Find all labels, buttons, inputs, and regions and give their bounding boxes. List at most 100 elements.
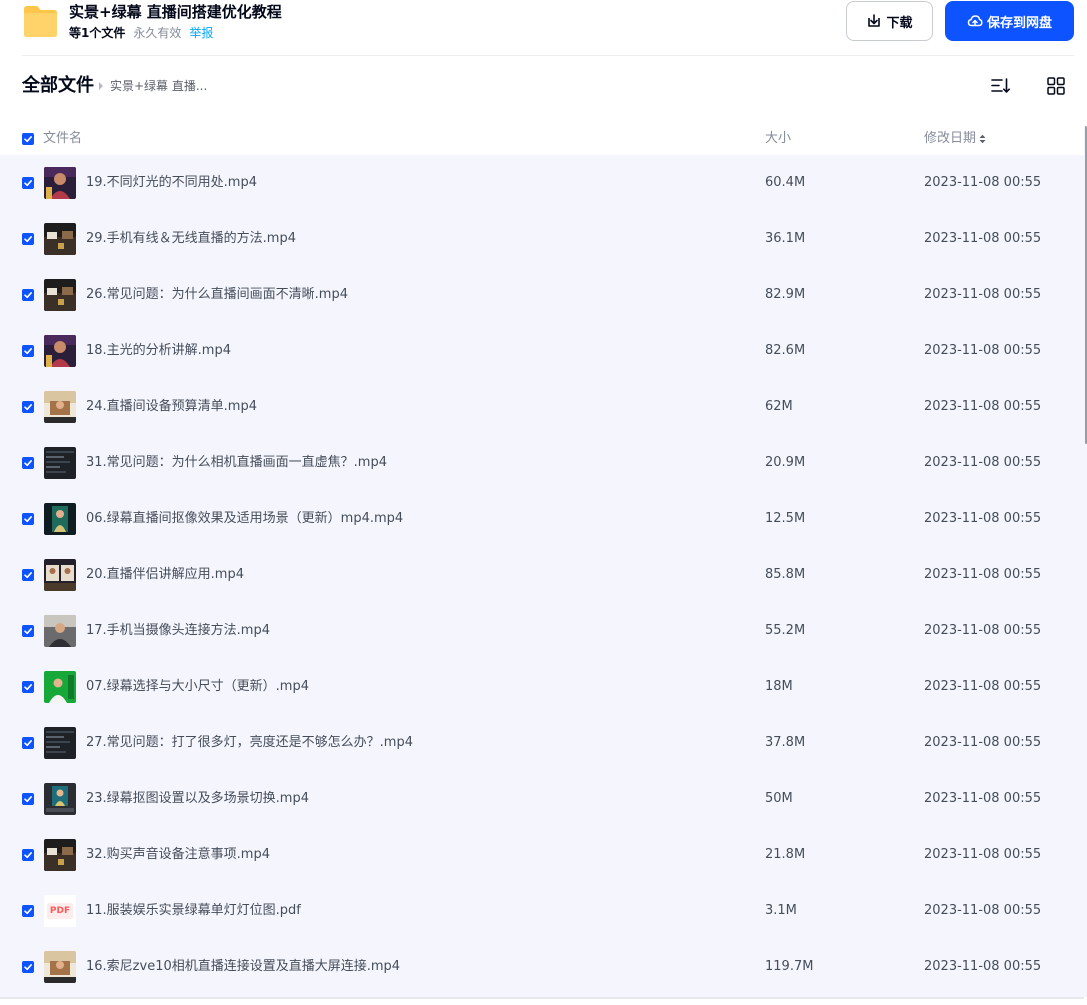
file-checkbox[interactable]: [22, 625, 34, 637]
file-checkbox[interactable]: [22, 457, 34, 469]
file-name[interactable]: 26.常见问题：为什么直播间画面不清晰.mp4: [86, 286, 348, 304]
file-name[interactable]: 11.服装娱乐实景绿幕单灯灯位图.pdf: [86, 902, 301, 920]
file-row[interactable]: 29.手机有线＆无线直播的方法.mp4 36.1M 2023-11-08 00:55: [0, 211, 1084, 267]
file-size: 60.4M: [765, 175, 806, 190]
file-checkbox[interactable]: [22, 961, 34, 973]
video-thumbnail-icon: [44, 391, 76, 423]
file-row[interactable]: 17.手机当摄像头连接方法.mp4 55.2M 2023-11-08 00:55: [0, 603, 1084, 659]
video-thumbnail-icon: [44, 839, 76, 871]
file-size: 82.9M: [765, 287, 806, 302]
file-name[interactable]: 07.绿幕选择与大小尺寸（更新）.mp4: [86, 678, 309, 696]
column-name-header: 文件名: [43, 131, 83, 146]
file-date: 2023-11-08 00:55: [924, 343, 1042, 358]
download-button[interactable]: 下载: [846, 1, 933, 41]
check-icon: [24, 908, 32, 915]
video-thumbnail-icon: [44, 447, 76, 479]
video-thumbnail-icon: [44, 671, 76, 703]
file-row[interactable]: 06.绿幕直播间抠像效果及适用场景（更新）mp4.mp4 12.5M 2023-11…: [0, 491, 1084, 547]
file-name[interactable]: 24.直播间设备预算清单.mp4: [86, 398, 257, 416]
file-checkbox[interactable]: [22, 793, 34, 805]
video-thumbnail-icon: [44, 279, 76, 311]
file-name[interactable]: 29.手机有线＆无线直播的方法.mp4: [86, 230, 296, 248]
check-icon: [24, 572, 32, 579]
file-name[interactable]: 18.主光的分析讲解.mp4: [86, 342, 231, 360]
file-date: 2023-11-08 00:55: [924, 175, 1042, 190]
save-to-netdisk-button[interactable]: 保存到网盘: [945, 1, 1074, 41]
video-thumbnail-icon: [44, 503, 76, 535]
file-size: 119.7M: [765, 959, 814, 974]
sort-button[interactable]: [988, 74, 1014, 98]
file-row[interactable]: 19.不同灯光的不同用处.mp4 60.4M 2023-11-08 00:55: [0, 155, 1084, 211]
file-row[interactable]: 23.绿幕抠图设置以及多场景切换.mp4 50M 2023-11-08 00:55: [0, 771, 1084, 827]
check-icon: [24, 516, 32, 523]
file-name[interactable]: 27.常见问题：打了很多灯，亮度还是不够怎么办？.mp4: [86, 734, 413, 752]
select-all-checkbox[interactable]: [22, 133, 34, 145]
column-date-header[interactable]: 修改日期: [924, 130, 986, 148]
column-date-label: 修改日期: [924, 131, 977, 146]
file-name[interactable]: 17.手机当摄像头连接方法.mp4: [86, 622, 270, 640]
file-checkbox[interactable]: [22, 849, 34, 861]
file-name[interactable]: 16.索尼zve10相机直播连接设置及直播大屏连接.mp4: [86, 958, 400, 976]
file-name[interactable]: 32.购买声音设备注意事项.mp4: [86, 846, 270, 864]
file-checkbox[interactable]: [22, 513, 34, 525]
file-checkbox[interactable]: [22, 177, 34, 189]
file-name[interactable]: 23.绿幕抠图设置以及多场景切换.mp4: [86, 790, 309, 808]
file-date: 2023-11-08 00:55: [924, 847, 1042, 862]
file-date: 2023-11-08 00:55: [924, 231, 1042, 246]
download-icon: [868, 14, 881, 27]
file-checkbox[interactable]: [22, 681, 34, 693]
share-meta: 等1个文件 永久有效 举报: [69, 24, 213, 42]
file-row[interactable]: 32.购买声音设备注意事项.mp4 21.8M 2023-11-08 00:55: [0, 827, 1084, 883]
file-row[interactable]: 16.索尼zve10相机直播连接设置及直播大屏连接.mp4 119.7M 2023-…: [0, 939, 1084, 995]
breadcrumb-separator-icon: [99, 82, 103, 90]
check-icon: [24, 740, 32, 747]
check-icon: [24, 348, 32, 355]
file-name[interactable]: 20.直播伴侣讲解应用.mp4: [86, 566, 244, 584]
file-checkbox[interactable]: [22, 401, 34, 413]
video-thumbnail-icon: [44, 559, 76, 591]
save-label: 保存到网盘: [986, 15, 1052, 31]
file-size: 3.1M: [765, 903, 797, 918]
file-size: 85.8M: [765, 567, 806, 582]
check-icon: [24, 964, 32, 971]
file-checkbox[interactable]: [22, 345, 34, 357]
breadcrumb: 全部文件 实景+绿幕 直播...: [0, 70, 1087, 102]
check-icon: [24, 628, 32, 635]
file-list-header: 文件名 大小 修改日期: [0, 124, 1087, 154]
file-name[interactable]: 31.常见问题：为什么相机直播画面一直虚焦？.mp4: [86, 454, 387, 472]
file-checkbox[interactable]: [22, 737, 34, 749]
file-size: 20.9M: [765, 455, 806, 470]
file-date: 2023-11-08 00:55: [924, 567, 1042, 582]
check-icon: [24, 404, 32, 411]
file-date: 2023-11-08 00:55: [924, 679, 1042, 694]
file-row[interactable]: 31.常见问题：为什么相机直播画面一直虚焦？.mp4 20.9M 2023-11-0…: [0, 435, 1084, 491]
file-checkbox[interactable]: [22, 905, 34, 917]
video-thumbnail-icon: [44, 727, 76, 759]
file-checkbox[interactable]: [22, 289, 34, 301]
video-thumbnail-icon: [44, 223, 76, 255]
video-thumbnail-icon: [44, 615, 76, 647]
file-size: 36.1M: [765, 231, 806, 246]
file-row[interactable]: 26.常见问题：为什么直播间画面不清晰.mp4 82.9M 2023-11-08 0…: [0, 267, 1084, 323]
file-name[interactable]: 19.不同灯光的不同用处.mp4: [86, 174, 257, 192]
file-row[interactable]: 24.直播间设备预算清单.mp4 62M 2023-11-08 00:55: [0, 379, 1084, 435]
video-thumbnail-icon: [44, 783, 76, 815]
grid-view-icon: [1047, 77, 1065, 95]
file-checkbox[interactable]: [22, 233, 34, 245]
breadcrumb-root[interactable]: 全部文件: [22, 74, 94, 98]
report-link[interactable]: 举报: [189, 26, 213, 40]
sort-list-icon: [991, 78, 1010, 93]
file-row[interactable]: 20.直播伴侣讲解应用.mp4 85.8M 2023-11-08 00:55: [0, 547, 1084, 603]
file-name[interactable]: 06.绿幕直播间抠像效果及适用场景（更新）mp4.mp4: [86, 510, 403, 528]
folder-icon: [22, 3, 59, 39]
file-row[interactable]: PDF 11.服装娱乐实景绿幕单灯灯位图.pdf 3.1M 2023-11-08 00…: [0, 883, 1084, 939]
file-row[interactable]: 27.常见问题：打了很多灯，亮度还是不够怎么办？.mp4 37.8M 2023-11…: [0, 715, 1084, 771]
file-row[interactable]: 18.主光的分析讲解.mp4 82.6M 2023-11-08 00:55: [0, 323, 1084, 379]
grid-view-button[interactable]: [1043, 74, 1069, 98]
file-date: 2023-11-08 00:55: [924, 511, 1042, 526]
file-row[interactable]: 07.绿幕选择与大小尺寸（更新）.mp4 18M 2023-11-08 00:55: [0, 659, 1084, 715]
check-icon: [24, 796, 32, 803]
file-list: 19.不同灯光的不同用处.mp4 60.4M 2023-11-08 00:55 29.…: [0, 155, 1084, 997]
file-checkbox[interactable]: [22, 569, 34, 581]
file-date: 2023-11-08 00:55: [924, 959, 1042, 974]
